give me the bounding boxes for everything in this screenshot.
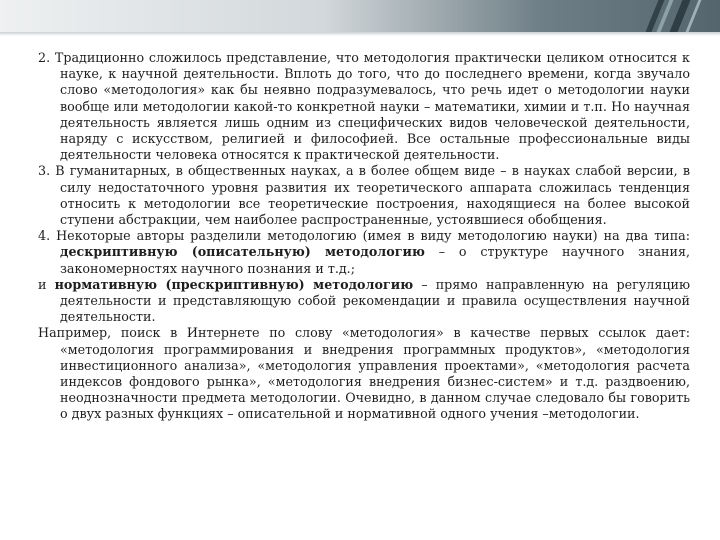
header-shadow [0,32,720,36]
paragraph-5: и нормативную (прескриптивную) методолог… [38,277,690,326]
header-gradient [0,0,720,32]
paragraph-4-prefix: 4. Некоторые авторы разделили методологи… [38,228,690,244]
paragraph-3: 3. В гуманитарных, в общественных науках… [38,163,690,228]
paragraph-5-prefix: и [38,276,55,292]
paragraph-4: 4. Некоторые авторы разделили методологи… [38,228,690,277]
slide-header-bar [0,0,720,38]
paragraph-2: 2. Традиционно сложилось представление, … [38,50,690,163]
paragraph-6: Например, поиск в Интернете по слову «ме… [38,325,690,422]
descriptive-methodology-term: дескриптивную (описательную) методологию [60,244,425,260]
slide-body-text: 2. Традиционно сложилось представление, … [38,50,690,423]
normative-methodology-term: нормативную (прескриптивную) методологию [54,276,414,292]
